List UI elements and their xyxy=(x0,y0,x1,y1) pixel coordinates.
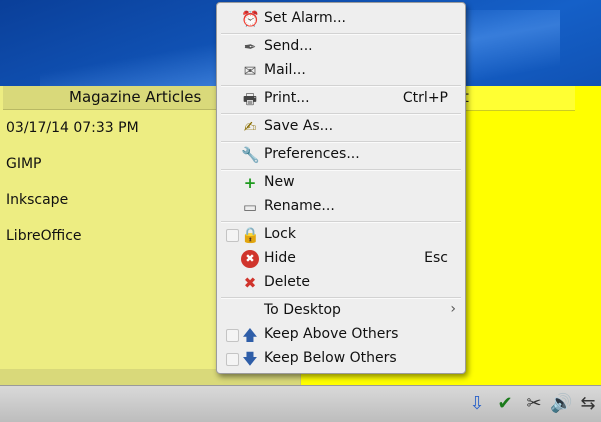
network-icon[interactable]: ⇆ xyxy=(577,394,599,414)
menu-item-preferences[interactable]: 🔧 Preferences... xyxy=(217,144,465,166)
menu-item-label: Print... xyxy=(264,90,310,106)
sticky-note-body[interactable]: 03/17/14 07:33 PM GIMP Inkscape LibreOff… xyxy=(6,119,139,263)
menu-item-save-as[interactable]: ✍ Save As... xyxy=(217,116,465,138)
menu-item-label: Send... xyxy=(264,38,313,54)
save-as-icon: ✍ xyxy=(243,118,257,136)
note-line: GIMP xyxy=(6,156,42,172)
menu-item-label: Keep Above Others xyxy=(264,326,399,342)
keep-below-checkbox[interactable] xyxy=(226,353,239,366)
menu-item-label: Rename... xyxy=(264,198,335,214)
envelope-icon: ✉ xyxy=(243,62,257,80)
menu-item-lock[interactable]: 🔒 Lock xyxy=(217,224,465,246)
taskbar: ⇩ ✔ ✂ 🔊 ⇆ xyxy=(0,385,601,422)
lock-checkbox[interactable] xyxy=(226,229,239,242)
menu-item-label: New xyxy=(264,174,295,190)
padlock-icon: 🔒 xyxy=(241,226,260,244)
volume-icon[interactable]: 🔊 xyxy=(550,394,572,414)
menu-item-print[interactable]: 🖶 Print... Ctrl+P xyxy=(217,88,465,110)
menu-item-set-alarm[interactable]: ⏰ Set Alarm... xyxy=(217,8,465,30)
menu-item-label: Keep Below Others xyxy=(264,350,397,366)
update-notifier-icon[interactable]: ⇩ xyxy=(466,394,488,414)
menu-item-label: Hide xyxy=(264,250,296,266)
hide-icon: ✖ xyxy=(241,250,259,268)
menu-item-label: Save As... xyxy=(264,118,334,134)
sticky-note-title: Magazine Articles xyxy=(69,88,202,106)
rename-icon: ▭ xyxy=(242,198,258,216)
menu-separator xyxy=(221,169,461,171)
menu-separator xyxy=(221,113,461,115)
menu-item-keep-below[interactable]: 🡇 Keep Below Others xyxy=(217,348,465,370)
submenu-chevron-icon: › xyxy=(450,301,456,317)
arrow-down-icon: 🡇 xyxy=(242,350,258,368)
keep-above-checkbox[interactable] xyxy=(226,329,239,342)
menu-item-label: To Desktop xyxy=(264,302,341,318)
menu-item-label: Lock xyxy=(264,226,296,242)
context-menu: ⏰ Set Alarm... ✒ Send... ✉ Mail... 🖶 Pri… xyxy=(216,2,466,374)
new-note-icon: + xyxy=(243,174,257,192)
checkmark-icon[interactable]: ✔ xyxy=(494,394,516,414)
menu-item-mail[interactable]: ✉ Mail... xyxy=(217,60,465,82)
note-line: LibreOffice xyxy=(6,228,82,244)
menu-separator xyxy=(221,297,461,299)
delete-x-icon: ✖ xyxy=(243,274,257,292)
menu-item-rename[interactable]: ▭ Rename... xyxy=(217,196,465,218)
menu-separator xyxy=(221,141,461,143)
menu-item-shortcut: Ctrl+P xyxy=(402,90,448,106)
menu-separator xyxy=(221,85,461,87)
menu-separator xyxy=(221,221,461,223)
wrench-icon: 🔧 xyxy=(241,146,260,164)
menu-item-label: Set Alarm... xyxy=(264,10,346,26)
scissors-icon[interactable]: ✂ xyxy=(523,394,545,414)
menu-item-delete[interactable]: ✖ Delete xyxy=(217,272,465,294)
menu-item-label: Delete xyxy=(264,274,310,290)
menu-item-send[interactable]: ✒ Send... xyxy=(217,36,465,58)
menu-item-shortcut: Esc xyxy=(424,250,448,266)
menu-item-new[interactable]: + New xyxy=(217,172,465,194)
menu-item-label: Mail... xyxy=(264,62,306,78)
note-line-timestamp: 03/17/14 07:33 PM xyxy=(6,120,139,136)
menu-item-hide[interactable]: ✖ Hide Esc xyxy=(217,248,465,270)
pen-icon: ✒ xyxy=(243,38,257,56)
printer-icon: 🖶 xyxy=(242,90,258,108)
menu-item-to-desktop[interactable]: To Desktop › xyxy=(217,300,465,322)
menu-item-keep-above[interactable]: 🡅 Keep Above Others xyxy=(217,324,465,346)
menu-item-label: Preferences... xyxy=(264,146,360,162)
arrow-up-icon: 🡅 xyxy=(242,326,258,344)
menu-separator xyxy=(221,33,461,35)
note-line: Inkscape xyxy=(6,192,69,208)
alarm-clock-icon: ⏰ xyxy=(241,10,260,28)
